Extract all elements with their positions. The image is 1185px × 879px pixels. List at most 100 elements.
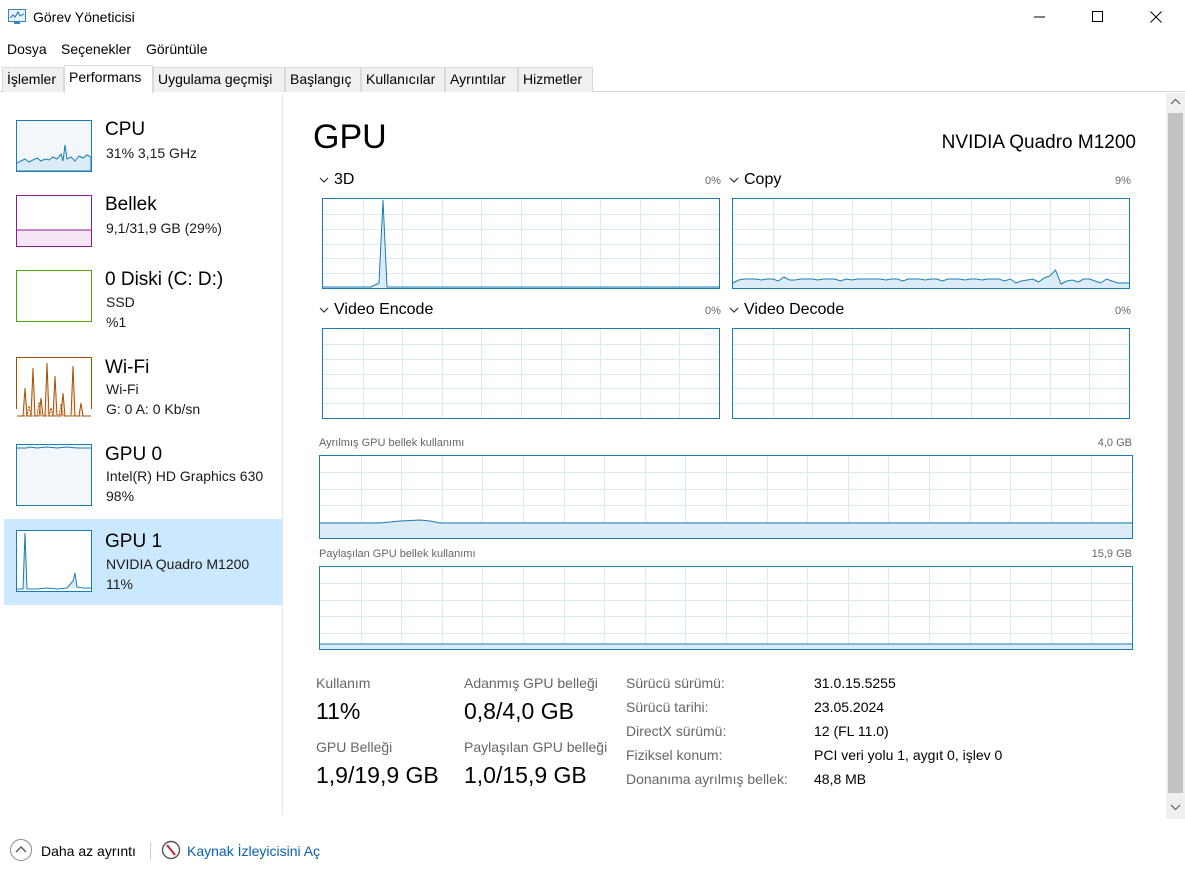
engine-selector-3d[interactable]: 3D [319, 171, 354, 189]
graph-video-decode [732, 328, 1130, 419]
sidebar-item-detail: Intel(R) HD Graphics 630 [106, 468, 264, 484]
tab-app-history[interactable]: Uygulama geçmişi [153, 67, 285, 92]
physical-location-value: PCI veri yolu 1, aygıt 0, işlev 0 [814, 747, 1003, 763]
cpu-thumbnail-graph [16, 120, 92, 172]
driver-date-value: 23.05.2024 [814, 699, 885, 715]
sidebar-item-detail-2: 98% [106, 488, 135, 504]
resource-monitor-icon[interactable] [161, 840, 181, 860]
usage-label: Kullanım [316, 675, 371, 691]
vertical-scrollbar[interactable] [1166, 93, 1185, 819]
sidebar-item-detail: 31% 3,15 GHz [106, 145, 198, 161]
engine-selector-copy[interactable]: Copy [729, 171, 781, 189]
scrollbar-thumb[interactable] [1168, 113, 1183, 793]
sidebar-item-name: Bellek [105, 194, 157, 215]
sidebar-item-cpu[interactable]: CPU 31% 3,15 GHz [4, 111, 282, 197]
tab-services[interactable]: Hizmetler [518, 67, 593, 92]
sidebar-item-wifi[interactable]: Wi-Fi Wi-Fi G: 0 A: 0 Kb/sn [4, 348, 282, 434]
sidebar-item-detail-2: %1 [106, 314, 127, 330]
sidebar-item-name: CPU [105, 119, 146, 140]
engine-selector-video-encode[interactable]: Video Encode [319, 301, 433, 319]
gpu-memory-label: GPU Belleği [316, 739, 393, 755]
chevron-down-icon [319, 306, 329, 314]
engine-percent: 0% [705, 305, 721, 317]
tab-processes[interactable]: İşlemler [2, 67, 64, 92]
driver-version-value: 31.0.15.5255 [814, 675, 896, 691]
fewer-details-toggle[interactable] [9, 838, 33, 862]
menu-options[interactable]: Seçenekler [61, 41, 131, 57]
menu-file[interactable]: Dosya [7, 41, 47, 57]
graph-3d [322, 198, 720, 289]
shared-memory-label: Paylaşılan GPU bellek kullanımı [319, 548, 476, 560]
sidebar-item-name: Wi-Fi [105, 357, 150, 378]
minimize-button[interactable] [1011, 0, 1069, 34]
dedicated-memory-max: 4,0 GB [1097, 437, 1132, 449]
chevron-down-icon [729, 306, 739, 314]
dedicated-gpu-memory-label: Adanmış GPU belleği [464, 675, 598, 691]
close-icon [1150, 11, 1162, 23]
sidebar-item-name: 0 Diski (C: D:) [105, 269, 224, 290]
engine-percent: 0% [705, 175, 721, 187]
shared-gpu-memory-value: 1,0/15,9 GB [464, 762, 587, 788]
resource-sidebar: CPU 31% 3,15 GHz Bellek 9,1/31,9 GB (29%… [0, 93, 283, 815]
window-title: Görev Yöneticisi [33, 9, 135, 25]
engine-label: Copy [744, 171, 782, 188]
maximize-button[interactable] [1069, 0, 1127, 34]
memory-thumbnail-graph [16, 195, 92, 247]
open-resource-monitor-link[interactable]: Kaynak İzleyicisini Aç [187, 843, 320, 859]
sidebar-item-gpu0[interactable]: GPU 0 Intel(R) HD Graphics 630 98% [4, 435, 282, 521]
wifi-thumbnail-graph [16, 357, 92, 418]
chevron-down-icon [319, 176, 329, 184]
graph-copy [732, 198, 1130, 289]
dedicated-gpu-memory-value: 0,8/4,0 GB [464, 698, 574, 724]
sidebar-item-detail: NVIDIA Quadro M1200 [106, 556, 250, 572]
directx-version-key: DirectX sürümü: [626, 723, 727, 739]
sidebar-item-name: GPU 1 [105, 531, 163, 552]
driver-date-key: Sürücü tarihi: [626, 699, 709, 715]
scroll-up-icon[interactable] [1170, 98, 1181, 106]
sidebar-item-name: GPU 0 [105, 444, 163, 465]
task-manager-icon [8, 9, 26, 25]
gpu0-thumbnail-graph [16, 444, 92, 506]
graph-shared-memory [319, 566, 1133, 650]
sidebar-item-detail: 9,1/31,9 GB (29%) [106, 220, 222, 236]
disk-thumbnail-graph [16, 270, 92, 322]
fewer-details-link[interactable]: Daha az ayrıntı [41, 843, 136, 859]
directx-version-value: 12 (FL 11.0) [814, 723, 889, 739]
shared-memory-max: 15,9 GB [1091, 548, 1132, 560]
tab-performance[interactable]: Performans [64, 65, 153, 93]
minimize-icon [1034, 16, 1045, 18]
menu-bar: Dosya Seçenekler Görüntüle [0, 38, 1185, 60]
gpu-detail-panel: GPU NVIDIA Quadro M1200 3D 0% Copy 9% Vi… [284, 93, 1166, 815]
gpu1-thumbnail-graph [16, 530, 92, 592]
engine-selector-video-decode[interactable]: Video Decode [729, 301, 844, 319]
graph-dedicated-memory [319, 455, 1133, 539]
shared-gpu-memory-label: Paylaşılan GPU belleği [464, 739, 608, 755]
sidebar-item-detail-2: G: 0 A: 0 Kb/sn [106, 401, 201, 417]
sidebar-item-memory[interactable]: Bellek 9,1/31,9 GB (29%) [4, 186, 282, 272]
sidebar-item-gpu1[interactable]: GPU 1 NVIDIA Quadro M1200 11% [4, 519, 282, 605]
tab-startup[interactable]: Başlangıç [285, 67, 361, 92]
dedicated-memory-label: Ayrılmış GPU bellek kullanımı [319, 437, 465, 449]
sidebar-item-detail-2: 11% [106, 576, 133, 592]
engine-label: Video Encode [334, 301, 434, 318]
tab-details[interactable]: Ayrıntılar [445, 67, 518, 92]
sidebar-item-disk[interactable]: 0 Diski (C: D:) SSD %1 [4, 261, 282, 347]
hardware-reserved-memory-value: 48,8 MB [814, 771, 867, 787]
driver-version-key: Sürücü sürümü: [626, 675, 725, 691]
engine-label: Video Decode [744, 301, 845, 318]
close-button[interactable] [1127, 0, 1185, 34]
engine-percent: 9% [1115, 175, 1131, 187]
graph-video-encode [322, 328, 720, 419]
usage-value: 11% [316, 698, 361, 724]
tab-bar: İşlemler Performans Uygulama geçmişi Baş… [0, 65, 1185, 93]
menu-view[interactable]: Görüntüle [146, 41, 207, 57]
chevron-up-circle-icon [10, 839, 32, 861]
footer-bar: Daha az ayrıntı Kaynak İzleyicisini Aç [0, 829, 1185, 879]
scroll-down-icon[interactable] [1170, 803, 1181, 811]
sidebar-item-detail: SSD [106, 294, 135, 310]
gpu-model-name: NVIDIA Quadro M1200 [941, 132, 1136, 153]
title-bar: Görev Yöneticisi [0, 0, 1185, 36]
maximize-icon [1092, 11, 1103, 22]
tab-users[interactable]: Kullanıcılar [361, 67, 445, 92]
page-title: GPU [313, 118, 387, 156]
